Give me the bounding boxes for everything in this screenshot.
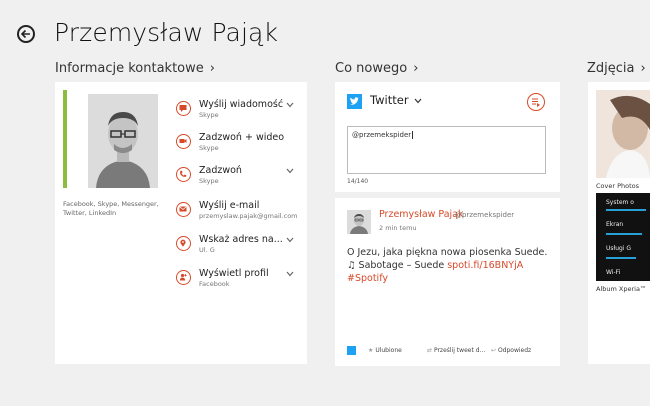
cover-photo[interactable] xyxy=(596,90,650,178)
action-label: Wskaż adres na... xyxy=(199,234,283,245)
cover-photos-label: Cover Photos xyxy=(596,182,640,190)
album-row: Ekran xyxy=(606,221,624,228)
action-label: Wyślij e-mail xyxy=(199,200,260,211)
album-label: Album Xperia™ xyxy=(596,285,647,293)
album-row: System o xyxy=(606,199,634,206)
tweet-handle: @przemekspider xyxy=(455,211,515,219)
retweet-button[interactable]: ⇄ Prześlij tweet d... xyxy=(427,347,485,354)
char-counter: 14/140 xyxy=(347,178,369,185)
favorite-button[interactable]: ★ Ulubione xyxy=(368,347,402,354)
action-sub: Skype xyxy=(199,177,219,185)
video-call-icon xyxy=(176,134,191,149)
section-contact-info[interactable]: Informacje kontaktowe › xyxy=(55,61,215,76)
chevron-right-icon: › xyxy=(209,61,215,76)
action-sub: przemyslaw.pajak@gmail.com xyxy=(199,212,298,220)
message-icon xyxy=(176,101,191,116)
star-icon: ★ xyxy=(368,347,374,354)
action-call[interactable]: Zadzwoń Skype xyxy=(176,165,296,191)
chevron-down-icon xyxy=(414,98,422,104)
twitter-logo-icon xyxy=(347,346,356,355)
action-sub: Facebook xyxy=(199,280,230,288)
action-sub: Skype xyxy=(199,144,219,152)
reply-icon: ↩ xyxy=(491,347,497,354)
section-whats-new[interactable]: Co nowego › xyxy=(335,61,418,76)
action-label: Wyślij wiadomość xyxy=(199,99,284,110)
action-sub: Skype xyxy=(199,111,219,119)
back-button[interactable] xyxy=(17,25,35,43)
action-label: Zadzwoń xyxy=(199,165,242,176)
page-title: Przemysław Pająk xyxy=(54,18,279,47)
section-photos-label: Zdjęcia xyxy=(587,61,635,76)
tweet-time: 2 min temu xyxy=(379,224,417,232)
tweet-text: O Jezu, jaka piękna nowa piosenka Suede.… xyxy=(347,246,552,285)
map-pin-icon xyxy=(176,236,191,251)
presence-indicator xyxy=(63,90,67,188)
contact-services: Facebook, Skype, Messenger, Twitter, Lin… xyxy=(63,200,159,217)
action-send-message[interactable]: Wyślij wiadomość Skype xyxy=(176,99,296,125)
twitter-logo-icon xyxy=(347,94,362,109)
favorite-label: Ulubione xyxy=(375,347,402,354)
action-label: Wyświetl profil xyxy=(199,268,269,279)
chevron-right-icon: › xyxy=(640,61,646,76)
chevron-down-icon[interactable] xyxy=(286,271,294,277)
compose-text: @przemekspider xyxy=(352,131,412,139)
tweet-avatar[interactable] xyxy=(347,210,371,234)
retweet-icon: ⇄ xyxy=(427,347,433,354)
retweet-label: Prześlij tweet d... xyxy=(433,347,486,354)
network-selector[interactable]: Twitter xyxy=(370,93,422,107)
action-sub: Ul. G xyxy=(199,246,215,254)
tweet-author[interactable]: Przemysław Pająk xyxy=(379,209,464,220)
profile-icon xyxy=(176,270,191,285)
avatar xyxy=(88,94,158,188)
send-button[interactable] xyxy=(527,93,545,111)
action-label: Zadzwoń + wideo xyxy=(199,132,285,143)
section-contact-label: Informacje kontaktowe xyxy=(55,61,204,76)
arrow-left-icon xyxy=(21,29,30,39)
reply-button[interactable]: ↩ Odpowiedz xyxy=(491,347,531,354)
section-news-label: Co nowego xyxy=(335,61,408,76)
chevron-down-icon[interactable] xyxy=(286,168,294,174)
chevron-down-icon[interactable] xyxy=(286,102,294,108)
email-icon xyxy=(176,202,191,217)
compose-input[interactable]: @przemekspider xyxy=(347,126,546,174)
reply-label: Odpowiedz xyxy=(497,347,532,354)
chevron-right-icon: › xyxy=(413,61,419,76)
chevron-down-icon[interactable] xyxy=(286,237,294,243)
action-video-call[interactable]: Zadzwoń + wideo Skype xyxy=(176,132,296,158)
section-photos[interactable]: Zdjęcia › xyxy=(587,61,646,76)
action-send-email[interactable]: Wyślij e-mail przemyslaw.pajak@gmail.com xyxy=(176,200,298,226)
album-xperia[interactable]: System o Ekran Usługi G Wi-Fi xyxy=(596,193,650,281)
network-label: Twitter xyxy=(370,93,409,107)
action-show-address[interactable]: Wskaż adres na... Ul. G xyxy=(176,234,296,260)
phone-icon xyxy=(176,167,191,182)
action-view-profile[interactable]: Wyświetl profil Facebook xyxy=(176,268,296,294)
album-row: Usługi G xyxy=(606,245,632,252)
album-row: Wi-Fi xyxy=(606,269,621,276)
send-icon xyxy=(532,98,540,107)
